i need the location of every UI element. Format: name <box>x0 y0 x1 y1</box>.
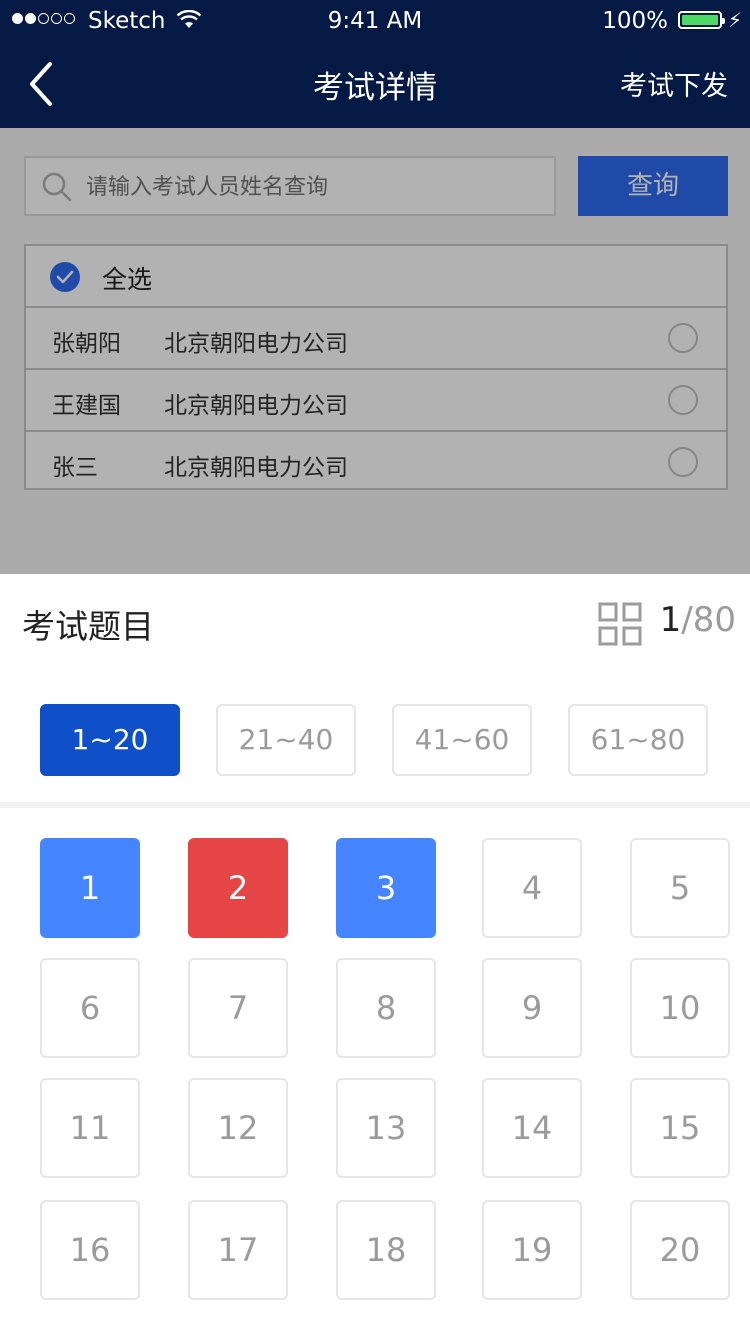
question-button[interactable]: 17 <box>188 1200 288 1300</box>
current-question: 1 <box>659 600 682 640</box>
charging-icon: ⚡ <box>727 8 742 32</box>
question-button[interactable]: 3 <box>336 838 436 938</box>
question-button[interactable]: 9 <box>482 958 582 1058</box>
question-button[interactable]: 1 <box>40 838 140 938</box>
question-button[interactable]: 15 <box>630 1078 730 1178</box>
sheet-title: 考试题目 <box>22 607 154 646</box>
question-button[interactable]: 20 <box>630 1200 730 1300</box>
question-button[interactable]: 13 <box>336 1078 436 1178</box>
top-bar: Sketch 9:41 AM 100% ⚡ 考试详情 考试下发 <box>0 0 750 128</box>
range-tab[interactable]: 41~60 <box>392 704 532 776</box>
range-tab[interactable]: 61~80 <box>568 704 708 776</box>
question-button[interactable]: 12 <box>188 1078 288 1178</box>
question-button[interactable]: 8 <box>336 958 436 1058</box>
question-button[interactable]: 19 <box>482 1200 582 1300</box>
question-button[interactable]: 14 <box>482 1078 582 1178</box>
range-tab[interactable]: 21~40 <box>216 704 356 776</box>
question-button[interactable]: 18 <box>336 1200 436 1300</box>
total-questions: /80 <box>681 600 736 640</box>
question-button[interactable]: 5 <box>630 838 730 938</box>
question-button[interactable]: 2 <box>188 838 288 938</box>
status-bar: Sketch 9:41 AM 100% ⚡ <box>0 0 750 44</box>
divider <box>0 802 750 808</box>
battery-percent: 100% <box>602 8 668 34</box>
question-counter: 1/80 <box>660 600 736 640</box>
dim-overlay[interactable] <box>0 128 750 574</box>
question-sheet: 考试题目 1/80 1~20 21~40 41~60 61~80 1 2 3 4… <box>0 574 750 1334</box>
question-button[interactable]: 16 <box>40 1200 140 1300</box>
range-tab[interactable]: 1~20 <box>40 704 180 776</box>
grid-icon[interactable] <box>598 602 642 646</box>
question-button[interactable]: 4 <box>482 838 582 938</box>
question-button[interactable]: 6 <box>40 958 140 1058</box>
question-button[interactable]: 10 <box>630 958 730 1058</box>
question-button[interactable]: 11 <box>40 1078 140 1178</box>
battery-icon <box>678 11 725 29</box>
question-button[interactable]: 7 <box>188 958 288 1058</box>
issue-exam-button[interactable]: 考试下发 <box>620 64 728 103</box>
